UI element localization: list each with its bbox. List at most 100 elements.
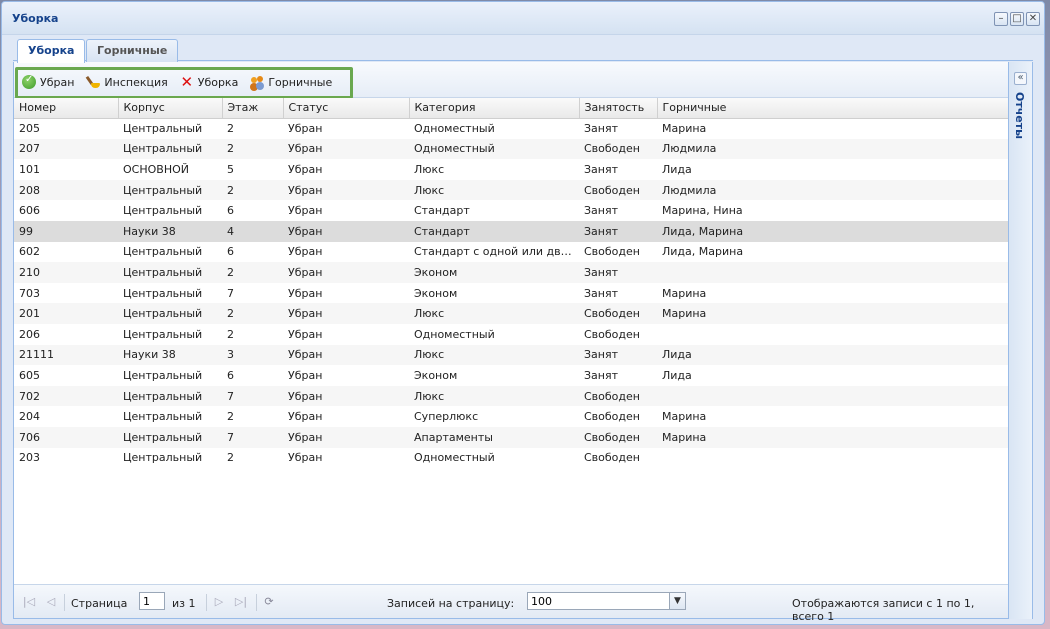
cell-category: Люкс <box>409 303 579 324</box>
table-row[interactable]: 207 Центральный 2 Убран Одноместный Свободен Л… <box>14 138 1009 160</box>
inspection-button[interactable]: Инспекция <box>86 75 168 89</box>
per-page-dropdown-icon[interactable]: ▼ <box>669 592 686 610</box>
table-row[interactable]: 21111 Науки 38 3 Убран Люкс Занят Лида <box>14 344 1009 366</box>
cell-number: 206 <box>19 327 40 341</box>
cell-maids: Марина <box>662 122 707 136</box>
minimize-icon[interactable]: – <box>994 12 1008 26</box>
table-row[interactable]: 206 Центральный 2 Убран Одноместный Свободен <box>14 324 1009 345</box>
cell-category: Люкс <box>409 385 579 407</box>
cell-number: 210 <box>14 262 118 283</box>
cleaning-panel: Убран Инспекция ✕ Уборка Горничные <box>13 62 1033 623</box>
cell-floor: 2 <box>222 138 283 160</box>
cell-maids: Людмила <box>657 179 1009 201</box>
cell-category: Эконом <box>414 286 458 300</box>
cell-building: Центральный <box>123 410 203 424</box>
table-row[interactable]: 605 Центральный 6 Убран Эконом Занят Лида <box>14 365 1009 386</box>
cell-status: Убран <box>283 262 409 283</box>
first-page-icon[interactable]: |◁ <box>22 595 36 609</box>
cell-maids <box>657 262 1009 283</box>
close-icon[interactable]: ✕ <box>1026 12 1040 26</box>
per-page-input[interactable] <box>527 592 670 610</box>
cell-status: Убран <box>283 344 409 366</box>
cell-floor: 6 <box>227 245 234 259</box>
cell-status: Убран <box>288 327 323 341</box>
tab-cleaning[interactable]: Уборка <box>17 39 86 63</box>
check-circle-icon <box>22 74 36 89</box>
cell-occupancy: Свободен <box>579 179 657 201</box>
maids-icon <box>250 75 264 89</box>
cell-maids: Людмила <box>657 138 1009 160</box>
cell-category: Стандарт с одной или двум... <box>414 245 579 259</box>
col-header-occupancy[interactable]: Занятость <box>579 98 658 119</box>
maximize-icon[interactable]: □ <box>1010 12 1024 26</box>
table-row[interactable]: 602 Центральный 6 Убран Стандарт с одной или… <box>14 242 1009 263</box>
cell-number: 702 <box>14 385 118 407</box>
table-row[interactable]: 203 Центральный 2 Убран Одноместный Свободен <box>14 448 1009 469</box>
cleaned-button[interactable]: Убран <box>22 74 75 89</box>
cell-floor: 2 <box>227 327 234 341</box>
last-page-icon[interactable]: ▷| <box>234 595 248 609</box>
cleaning-button[interactable]: ✕ Уборка <box>180 75 238 90</box>
cell-number: 203 <box>19 451 40 465</box>
table-row[interactable]: 101 ОСНОВНОЙ 5 Убран Люкс Занят Лида <box>14 159 1009 180</box>
cell-floor: 2 <box>222 303 283 324</box>
table-row[interactable]: 201 Центральный 2 Убран Люкс Свободен Марина <box>14 303 1009 324</box>
col-header-number[interactable]: Номер <box>14 98 119 119</box>
cell-building: Центральный <box>118 385 222 407</box>
cell-occupancy: Занят <box>584 286 619 300</box>
cleaned-button-label: Убран <box>40 75 75 89</box>
table-row[interactable]: 205 Центральный 2 Убран Одноместный Занят Мари… <box>14 118 1009 139</box>
cell-maids: Лида <box>662 162 692 176</box>
page-number-input[interactable] <box>139 592 165 610</box>
cell-occupancy: Занят <box>584 122 619 136</box>
refresh-icon[interactable]: ⟳ <box>262 595 276 609</box>
cell-status: Убран <box>283 303 409 324</box>
col-header-building[interactable]: Корпус <box>118 98 223 119</box>
cell-maids: Лида, Марина <box>657 220 1009 242</box>
table-row[interactable]: 702 Центральный 7 Убран Люкс Свободен <box>14 385 1009 407</box>
expand-reports-icon[interactable]: « <box>1014 72 1027 85</box>
window-header: Уборка – □ ✕ <box>2 2 1044 35</box>
maids-button[interactable]: Горничные <box>250 75 332 89</box>
cell-status: Убран <box>288 122 323 136</box>
next-page-icon[interactable]: ▷ <box>212 595 226 609</box>
cell-building: Центральный <box>118 138 222 160</box>
cell-floor: 3 <box>222 344 283 366</box>
cell-maids: Лида <box>662 368 692 382</box>
col-header-maids[interactable]: Горничные <box>657 98 1009 119</box>
cell-occupancy: Свободен <box>579 426 657 448</box>
cell-occupancy: Занят <box>579 262 657 283</box>
cell-number: 204 <box>19 410 40 424</box>
table-row[interactable]: 210 Центральный 2 Убран Эконом Занят <box>14 262 1009 283</box>
rooms-table: Номер Корпус Этаж Статус Категория Занят… <box>14 98 1009 468</box>
cell-occupancy: Занят <box>584 368 619 382</box>
table-row[interactable]: 99 Науки 38 4 Убран Стандарт Занят Лида, Марин… <box>14 220 1009 242</box>
tab-bar: Уборка Горничные <box>13 36 1033 63</box>
tab-maids[interactable]: Горничные <box>86 39 179 62</box>
cell-occupancy: Свободен <box>584 245 640 259</box>
cell-maids <box>657 385 1009 407</box>
table-row[interactable]: 204 Центральный 2 Убран Суперлюкс Свободен Мар… <box>14 406 1009 427</box>
cell-floor: 2 <box>222 179 283 201</box>
col-header-status[interactable]: Статус <box>283 98 410 119</box>
cell-occupancy: Свободен <box>579 385 657 407</box>
cell-number: 201 <box>14 303 118 324</box>
cell-number: 205 <box>19 122 40 136</box>
cell-status: Убран <box>288 451 323 465</box>
table-row[interactable]: 703 Центральный 7 Убран Эконом Занят Марина <box>14 283 1009 304</box>
cell-maids: Лида, Марина <box>662 245 744 259</box>
col-header-category[interactable]: Категория <box>409 98 580 119</box>
reports-side-panel: « Отчеты <box>1008 62 1032 619</box>
cell-status: Убран <box>288 245 323 259</box>
table-row[interactable]: 706 Центральный 7 Убран Апартаменты Свободен М… <box>14 426 1009 448</box>
cell-number: 21111 <box>14 344 118 366</box>
toolbar: Убран Инспекция ✕ Уборка Горничные <box>14 62 1009 99</box>
cell-category: Эконом <box>409 262 579 283</box>
table-row[interactable]: 606 Центральный 6 Убран Стандарт Занят Марина,… <box>14 200 1009 221</box>
table-row[interactable]: 208 Центральный 2 Убран Люкс Свободен Людмила <box>14 179 1009 201</box>
reports-label[interactable]: Отчеты <box>1013 92 1026 139</box>
prev-page-icon[interactable]: ◁ <box>44 595 58 609</box>
cell-number: 208 <box>14 179 118 201</box>
col-header-floor[interactable]: Этаж <box>222 98 284 119</box>
pager-separator <box>256 594 257 611</box>
